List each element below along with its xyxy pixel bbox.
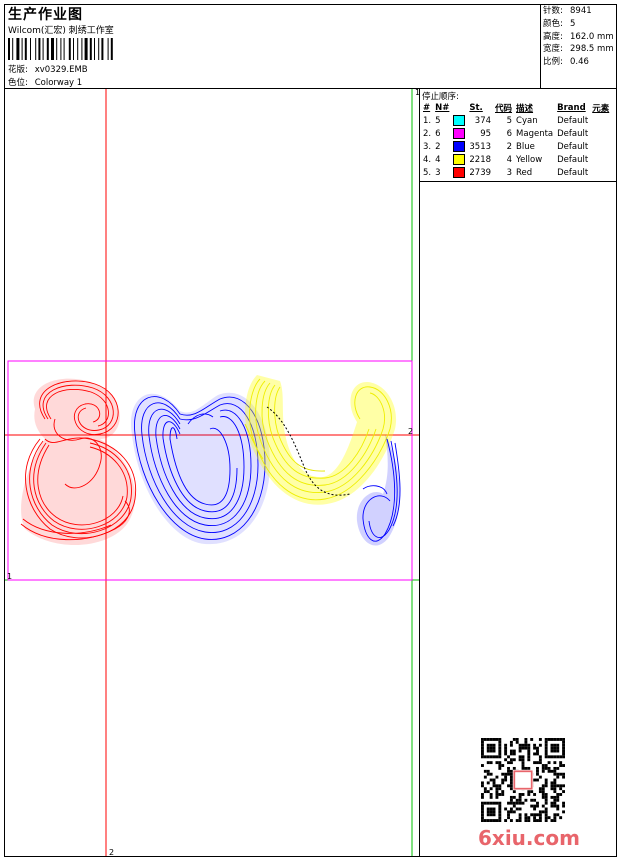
- colorway-row: 色位: Colorway 1: [8, 76, 82, 88]
- color-swatch: [451, 153, 467, 166]
- swatch-box: [453, 167, 466, 178]
- guide-marker-bottom: 2: [109, 848, 114, 856]
- stop-brand: Default: [557, 128, 589, 139]
- stop-index: 5.: [423, 167, 432, 178]
- stat-width: 宽度: 298.5 mm: [543, 44, 614, 55]
- qr-code: [481, 738, 565, 822]
- sheet-title: 生产作业图: [8, 7, 83, 23]
- design-name-row: 花版: xv0329.EMB: [8, 63, 88, 75]
- stop-code: 6: [506, 128, 513, 139]
- colorway-value: Colorway 1: [34, 78, 83, 88]
- stop-stitches: 374: [474, 115, 492, 126]
- stop-brand: Default: [557, 167, 589, 178]
- swatch-box: [453, 154, 466, 165]
- stop-code: 5: [506, 115, 513, 126]
- stop-stitches: 95: [480, 128, 492, 139]
- panel-divider: [419, 89, 420, 856]
- stop-desc: Red: [516, 167, 533, 178]
- guide-marker-left: 1: [7, 572, 12, 581]
- stop-row: 4. 4 2218 4 Yellow Default: [421, 153, 611, 166]
- col-brand: Brand: [557, 102, 586, 113]
- stop-needle: 2: [435, 141, 441, 152]
- sheet-subtitle: Wilcom(汇宏) 刺绣工作室: [8, 26, 114, 36]
- col-index: #: [423, 102, 431, 113]
- stop-code: 2: [506, 141, 513, 152]
- stat-color-count: 颜色: 5: [543, 18, 576, 29]
- color-swatch: [451, 166, 467, 179]
- stop-table-bottom-line: [420, 181, 617, 182]
- stop-desc: Cyan: [516, 115, 538, 126]
- col-element: 元素: [592, 103, 610, 114]
- stop-needle: 5: [435, 115, 441, 126]
- colorway-label: 色位:: [8, 78, 28, 88]
- design-canvas: 1 2 1 2: [5, 89, 419, 856]
- stop-needle: 6: [435, 128, 441, 139]
- col-code: 代码: [495, 103, 513, 114]
- stop-stitches: 3513: [469, 141, 492, 152]
- swatch-box: [453, 115, 466, 126]
- stop-row: 5. 3 2739 3 Red Default: [421, 166, 611, 179]
- stop-brand: Default: [557, 115, 589, 126]
- stop-desc: Blue: [516, 141, 535, 152]
- stats-block: 针数: 8941 颜色: 5 高度: 162.0 mm 宽度: 298.5 mm 比例:…: [543, 5, 614, 69]
- swatch-box: [453, 128, 466, 139]
- stat-height: 高度: 162.0 mm: [543, 31, 614, 42]
- barcode: [8, 38, 113, 60]
- stop-stitches: 2739: [469, 167, 492, 178]
- stop-brand: Default: [557, 154, 589, 165]
- swatch-box: [453, 141, 466, 152]
- stat-scale: 比例: 0.46: [543, 57, 589, 68]
- design-name-value: xv0329.EMB: [34, 65, 88, 75]
- stop-table-header: # N# St. 代码 描述 Brand 元素: [421, 101, 611, 114]
- watermark-site: 6xiu.com: [478, 826, 580, 850]
- stop-row: 3. 2 3513 2 Blue Default: [421, 140, 611, 153]
- stop-needle: 4: [435, 154, 441, 165]
- stop-index: 2.: [423, 128, 432, 139]
- stop-sequence-table: # N# St. 代码 描述 Brand 元素 1. 5 374 5 Cyan Defau…: [421, 101, 611, 179]
- stop-index: 3.: [423, 141, 432, 152]
- stop-index: 1.: [423, 115, 432, 126]
- col-desc: 描述: [516, 103, 534, 114]
- stop-index: 4.: [423, 154, 432, 165]
- red-letter-fill: [21, 378, 136, 546]
- color-swatch: [451, 114, 467, 127]
- color-swatch: [451, 127, 467, 140]
- stat-stitch-count: 针数: 8941: [543, 6, 592, 16]
- header-stats-divider: [540, 4, 541, 88]
- stop-code: 3: [506, 167, 513, 178]
- stop-row: 2. 6 95 6 Magenta Default: [421, 127, 611, 140]
- col-needle: N#: [435, 102, 450, 113]
- color-swatch: [451, 140, 467, 153]
- stop-code: 4: [506, 154, 513, 165]
- stop-stitches: 2218: [469, 154, 492, 165]
- stop-desc: Magenta: [516, 128, 554, 139]
- stop-desc: Yellow: [516, 154, 543, 165]
- stop-row: 1. 5 374 5 Cyan Default: [421, 114, 611, 127]
- col-stitches: St.: [469, 102, 483, 113]
- design-name-label: 花版:: [8, 65, 28, 75]
- stop-brand: Default: [557, 141, 589, 152]
- guide-marker-right: 2: [408, 427, 413, 436]
- stop-needle: 3: [435, 167, 441, 178]
